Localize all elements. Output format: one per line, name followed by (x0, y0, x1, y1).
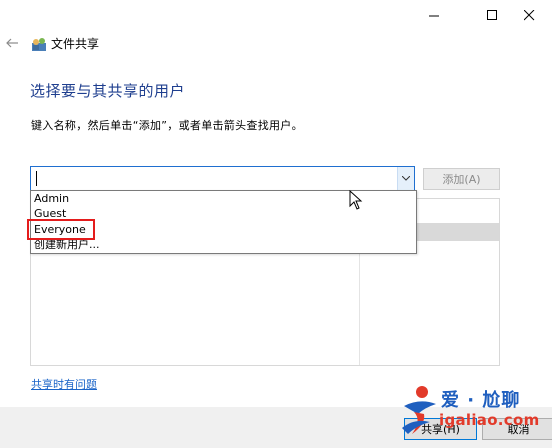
maximize-icon (486, 9, 497, 20)
minimize-icon (428, 15, 439, 16)
watermark-logo-icon (402, 386, 436, 434)
dropdown-arrow-icon (402, 176, 410, 181)
help-link[interactable]: 共享时有问题 (31, 376, 97, 392)
minimize-button[interactable] (411, 0, 457, 30)
back-button[interactable] (4, 34, 20, 52)
title-bar (0, 0, 552, 30)
user-name-combobox[interactable] (30, 166, 415, 191)
back-arrow-icon (6, 38, 18, 48)
file-share-icon (32, 38, 46, 51)
watermark-title: 爱 · 尬聊 (441, 390, 521, 411)
watermark: 爱 · 尬聊 igaliao.com (400, 384, 550, 444)
highlight-annotation-box (27, 219, 95, 240)
add-button[interactable]: 添加(A) (423, 168, 500, 190)
dropdown-option-admin[interactable]: Admin (34, 191, 69, 207)
mouse-cursor-icon (349, 190, 363, 210)
dropdown-arrow-button[interactable] (397, 167, 414, 190)
window-title: 文件共享 (51, 37, 100, 51)
instruction-text: 键入名称，然后单击“添加”，或者单击箭头查找用户。 (31, 119, 303, 132)
close-button[interactable] (506, 0, 552, 30)
watermark-url: igaliao.com (439, 411, 540, 429)
page-heading: 选择要与其共享的用户 (30, 82, 186, 100)
close-icon (523, 9, 534, 20)
nav-row: 文件共享 (0, 30, 552, 58)
text-caret (36, 171, 37, 186)
